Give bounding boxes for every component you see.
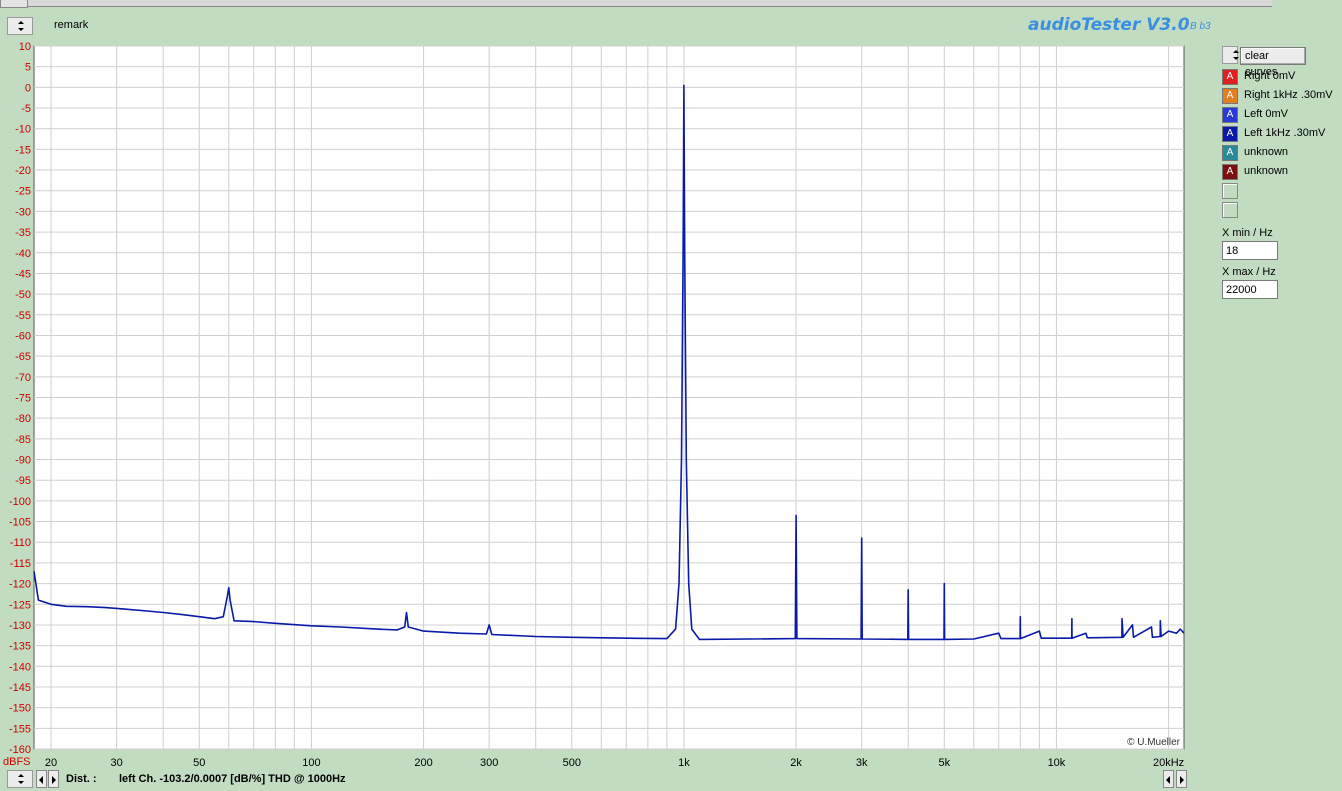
y-tick-label: -145 xyxy=(9,682,31,694)
dist-spinner[interactable] xyxy=(7,770,33,788)
y-axis-label: dBFS xyxy=(3,756,31,768)
curve-color-swatch[interactable]: A xyxy=(1222,69,1238,85)
dist-result: left Ch. -103.2/0.0007 [dB/%] THD @ 1000… xyxy=(119,773,346,785)
y-tick-label: -105 xyxy=(9,517,31,529)
y-tick-label: -55 xyxy=(15,310,31,322)
empty-curve-slot[interactable] xyxy=(1222,202,1238,218)
y-tick-label: -140 xyxy=(9,661,31,673)
y-tick-label: -15 xyxy=(15,144,31,156)
y-tick-label: -30 xyxy=(15,206,31,218)
y-tick-label: -75 xyxy=(15,393,31,405)
y-tick-label: -120 xyxy=(9,579,31,591)
y-tick-label: -160 xyxy=(9,744,31,756)
x-tick-label: 3k xyxy=(856,757,868,769)
y-tick-label: -60 xyxy=(15,330,31,342)
y-tick-label: 5 xyxy=(25,62,31,74)
y-tick-label: -100 xyxy=(9,496,31,508)
legend-label: Left 1kHz .30mV xyxy=(1244,127,1326,139)
legend-label: Left 0mV xyxy=(1244,108,1289,120)
y-tick-label: -135 xyxy=(9,641,31,653)
xmax-label: X max / Hz xyxy=(1222,266,1276,278)
clear-curves-button[interactable]: clear curves xyxy=(1240,47,1306,78)
y-tick-label: -125 xyxy=(9,599,31,611)
curve-color-swatch[interactable]: A xyxy=(1222,107,1238,123)
y-tick-label: -25 xyxy=(15,186,31,198)
x-tick-label: 1k xyxy=(678,757,690,769)
y-tick-label: 10 xyxy=(19,41,31,53)
curves-spinner[interactable] xyxy=(1222,46,1239,64)
x-tick-label: 10k xyxy=(1048,757,1066,769)
y-tick-labels: 10 5 0 -5 -10 -15 -20 -25 -30 -35 -40 -45 -50 -55 -60 -… xyxy=(9,41,31,756)
y-tick-label: -70 xyxy=(15,372,31,384)
y-tick-label: -90 xyxy=(15,455,31,467)
scroll-left-button[interactable] xyxy=(36,770,47,788)
x-tick-label: 500 xyxy=(563,757,581,769)
y-tick-label: 0 xyxy=(25,82,31,94)
y-tick-label: -110 xyxy=(10,537,31,549)
x-tick-label: 5k xyxy=(938,757,950,769)
legend-label: Right 0mV xyxy=(1244,70,1296,82)
x-tick-labels: 20 30 50 100 200 300 500 1k 2k 3k 5k 10k 20kHz xyxy=(45,757,1184,769)
xmin-input[interactable] xyxy=(1222,241,1278,260)
scroll-right-button[interactable] xyxy=(48,770,59,788)
scroll-right-button-right[interactable] xyxy=(1176,770,1187,788)
y-tick-label: -130 xyxy=(9,620,31,632)
y-tick-label: -155 xyxy=(9,723,31,735)
legend-label: unknown xyxy=(1244,146,1289,158)
curve-color-swatch[interactable]: A xyxy=(1222,164,1238,180)
y-tick-label: -80 xyxy=(15,413,31,425)
scroll-left-button-right[interactable] xyxy=(1163,770,1174,788)
y-tick-label: -65 xyxy=(15,351,31,363)
curve-color-swatch[interactable]: A xyxy=(1222,126,1238,142)
x-tick-label: 20 xyxy=(45,757,57,769)
y-tick-label: -50 xyxy=(15,289,31,301)
y-tick-label: -40 xyxy=(15,248,31,260)
y-tick-label: -85 xyxy=(15,434,31,446)
curve-color-swatch[interactable]: A xyxy=(1222,145,1238,161)
y-tick-label: -45 xyxy=(15,268,31,280)
xmin-label: X min / Hz xyxy=(1222,227,1273,239)
y-tick-label: -10 xyxy=(15,124,31,136)
spectrum-chart: 1050-5-10-15-20-25-30-35-40-45-50-55-60-… xyxy=(3,41,1185,769)
y-tick-label: -95 xyxy=(15,475,31,487)
y-tick-label: -20 xyxy=(15,165,31,177)
y-tick-label: -150 xyxy=(9,703,31,715)
curve-color-swatch[interactable]: A xyxy=(1222,88,1238,104)
x-tick-label: 300 xyxy=(480,757,498,769)
empty-curve-slot[interactable] xyxy=(1222,183,1238,199)
legend-label: Right 1kHz .30mV xyxy=(1244,89,1333,101)
x-tick-label: 50 xyxy=(193,757,205,769)
x-tick-label: 200 xyxy=(414,757,432,769)
x-tick-label: 20kHz xyxy=(1153,757,1184,769)
x-tick-label: 30 xyxy=(111,757,123,769)
xmax-input[interactable] xyxy=(1222,280,1278,299)
credit-text: © U.Mueller xyxy=(1127,737,1181,748)
legend-label: unknown xyxy=(1244,165,1289,177)
y-tick-label: -115 xyxy=(10,558,31,570)
y-tick-label: -35 xyxy=(15,227,31,239)
x-tick-label: 2k xyxy=(790,757,802,769)
x-tick-label: 100 xyxy=(302,757,320,769)
dist-label: Dist. : xyxy=(66,773,97,785)
y-tick-label: -5 xyxy=(21,103,31,115)
